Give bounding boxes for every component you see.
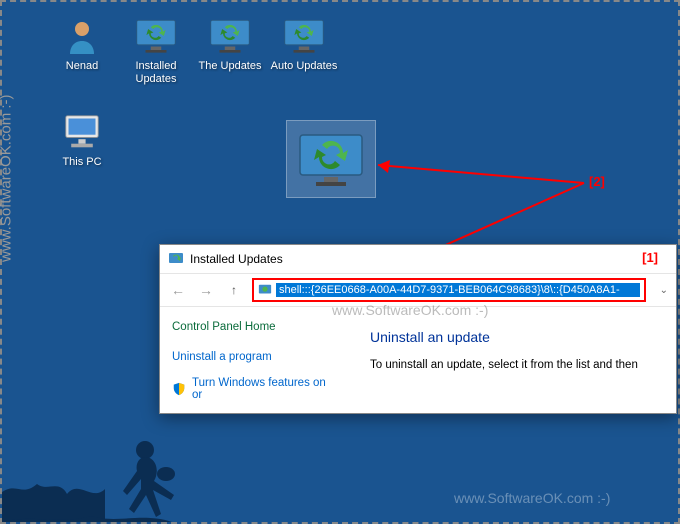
- desktop-silhouette: [2, 402, 680, 522]
- monitor-refresh-icon: [206, 16, 254, 56]
- right-heading: Uninstall an update: [370, 329, 666, 345]
- uninstall-program-link[interactable]: Uninstall a program: [172, 351, 338, 363]
- watermark: www.SoftwareOK.com :-): [454, 490, 610, 506]
- window-title: Installed Updates: [190, 252, 283, 266]
- right-panel: Uninstall an update To uninstall an upda…: [350, 307, 676, 413]
- desktop-icon-auto-updates[interactable]: Auto Updates: [270, 16, 338, 73]
- window-title-icon: [168, 251, 184, 267]
- shield-icon: [172, 382, 186, 396]
- desktop-icon-label: Auto Updates: [270, 60, 338, 73]
- nav-bar: ← → ↑ shell:::{26EE0668-A00A-44D7-9371-B…: [160, 273, 676, 307]
- monitor-refresh-icon: [280, 16, 328, 56]
- desktop-icon-user[interactable]: Nenad: [48, 16, 116, 73]
- address-icon: [258, 283, 272, 297]
- desktop-icon-label: This PC: [48, 156, 116, 169]
- title-bar[interactable]: Installed Updates [1]: [160, 245, 676, 273]
- watermark-side: www.SoftwareOK.com :-): [0, 94, 15, 262]
- control-panel-home-link[interactable]: Control Panel Home: [172, 321, 338, 333]
- explorer-window: Installed Updates [1] ← → ↑ shell:::{26E…: [159, 244, 677, 414]
- annotation-marker-2: [2]: [589, 174, 605, 189]
- desktop-icon-the-updates[interactable]: The Updates: [196, 16, 264, 73]
- annotation-marker-1: [1]: [642, 250, 658, 265]
- back-button[interactable]: ←: [168, 280, 188, 300]
- user-icon: [58, 16, 106, 56]
- up-button[interactable]: ↑: [224, 280, 244, 300]
- address-bar[interactable]: shell:::{26EE0668-A00A-44D7-9371-BEB064C…: [252, 278, 646, 302]
- desktop-icon-label: Installed Updates: [122, 60, 190, 86]
- desktop-icon-installed-updates[interactable]: Installed Updates: [122, 16, 190, 86]
- drag-shortcut-icon[interactable]: [286, 120, 376, 198]
- desktop-icon-label: Nenad: [48, 60, 116, 73]
- right-body-text: To uninstall an update, select it from t…: [370, 359, 666, 371]
- desktop-icon-this-pc[interactable]: This PC: [48, 112, 116, 169]
- computer-icon: [58, 112, 106, 152]
- address-text[interactable]: shell:::{26EE0668-A00A-44D7-9371-BEB064C…: [276, 283, 640, 297]
- left-panel: Control Panel Home Uninstall a program T…: [160, 307, 350, 413]
- chevron-down-icon[interactable]: ⌄: [660, 285, 668, 296]
- monitor-refresh-icon: [132, 16, 180, 56]
- desktop-icon-label: The Updates: [196, 60, 264, 73]
- forward-button[interactable]: →: [196, 280, 216, 300]
- windows-features-link[interactable]: Turn Windows features on or: [172, 377, 338, 401]
